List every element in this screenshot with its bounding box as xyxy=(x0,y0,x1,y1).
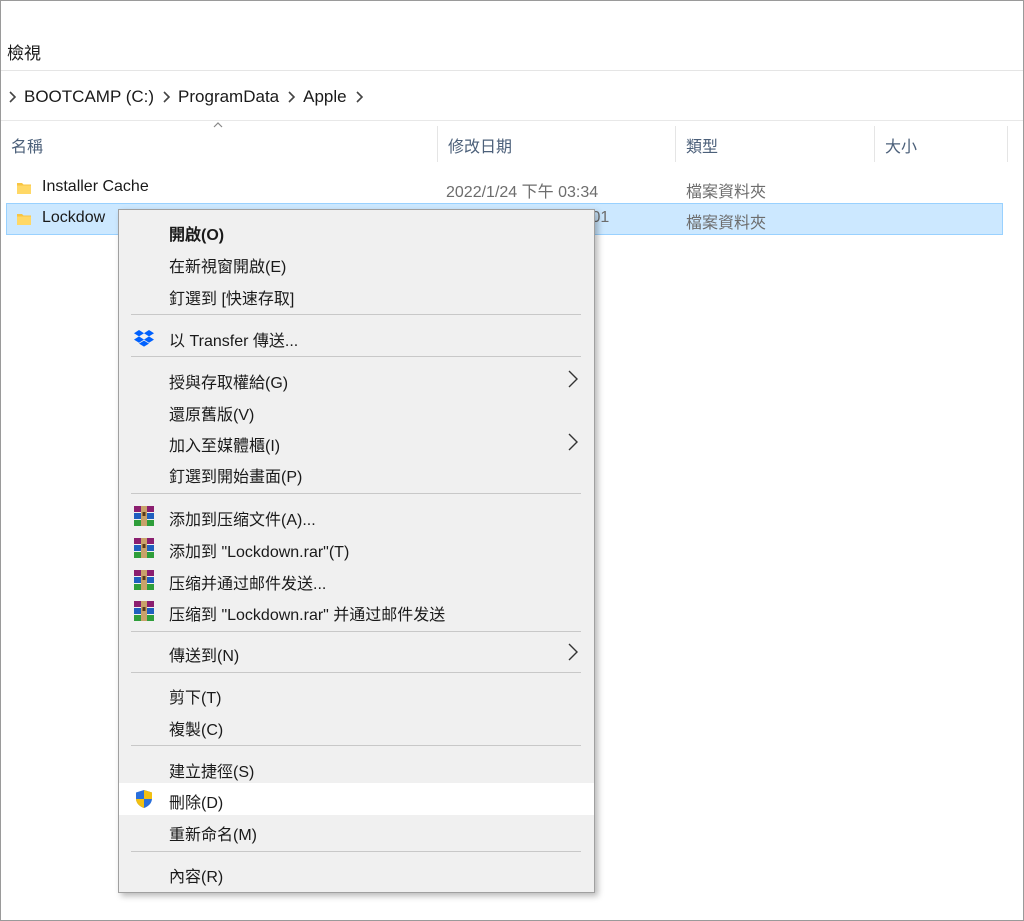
menu-item-label: 還原舊版(V) xyxy=(169,407,255,424)
chevron-right-icon xyxy=(568,370,578,388)
uac-shield-icon xyxy=(136,790,152,808)
chevron-right-icon[interactable] xyxy=(4,87,22,107)
menu-item-label: 刪除(D) xyxy=(169,795,224,812)
explorer-window: 檢視 BOOTCAMP (C:) ProgramData Apple 名稱 修改… xyxy=(0,0,1024,921)
menu-item-label: 加入至媒體櫃(I) xyxy=(169,438,281,455)
column-name[interactable]: 名稱 xyxy=(1,122,437,167)
menu-item-properties[interactable]: 內容(R) xyxy=(119,857,594,889)
menu-separator xyxy=(131,851,581,852)
column-date[interactable]: 修改日期 xyxy=(438,122,675,167)
chevron-right-icon[interactable] xyxy=(158,87,176,107)
menu-item-label: 以 Transfer 傳送... xyxy=(169,333,299,350)
file-date: 2022/1/24 下午 03:34 xyxy=(446,184,599,201)
file-name: Lockdow xyxy=(42,209,106,226)
menu-item-rar-compress-email[interactable]: 压缩并通过邮件发送... xyxy=(119,564,594,596)
chevron-right-icon xyxy=(568,433,578,451)
file-type: 檔案資料夾 xyxy=(686,215,767,232)
menu-item-label: 剪下(T) xyxy=(169,690,222,707)
menu-item-label: 建立捷徑(S) xyxy=(169,764,255,781)
chevron-right-icon[interactable] xyxy=(283,87,301,107)
address-bar[interactable]: BOOTCAMP (C:) ProgramData Apple xyxy=(1,73,1023,121)
breadcrumb-apple[interactable]: Apple xyxy=(301,87,350,107)
chevron-right-icon xyxy=(568,643,578,661)
column-size[interactable]: 大小 xyxy=(875,122,1007,167)
menu-item-rar-compress-lockdown-email[interactable]: 压缩到 "Lockdown.rar" 并通过邮件发送 xyxy=(119,595,594,627)
menu-item-label: 压缩到 "Lockdown.rar" 并通过邮件发送 xyxy=(169,607,446,624)
menu-item-label: 压缩并通过邮件发送... xyxy=(169,576,327,593)
menu-separator xyxy=(131,356,581,357)
menu-item-open-new-window[interactable]: 在新視窗開啟(E) xyxy=(119,247,594,279)
menu-item-delete[interactable]: 刪除(D) xyxy=(119,783,594,815)
menu-item-copy[interactable]: 複製(C) xyxy=(119,710,594,742)
menu-separator xyxy=(131,631,581,632)
menu-item-pin-start[interactable]: 釘選到開始畫面(P) xyxy=(119,457,594,489)
menu-item-restore-versions[interactable]: 還原舊版(V) xyxy=(119,395,594,427)
ribbon: 檢視 xyxy=(1,1,1023,71)
winrar-icon xyxy=(134,538,154,558)
menu-item-label: 傳送到(N) xyxy=(169,648,240,665)
dropbox-icon xyxy=(134,330,154,347)
menu-item-label: 開啟(O) xyxy=(169,227,225,244)
file-row-installer-cache[interactable]: Installer Cache 2022/1/24 下午 03:34 檔案資料夾 xyxy=(6,172,1003,204)
menu-separator xyxy=(131,493,581,494)
menu-separator xyxy=(131,672,581,673)
menu-item-open[interactable]: 開啟(O) xyxy=(119,215,594,247)
menu-item-rename[interactable]: 重新命名(M) xyxy=(119,815,594,847)
menu-item-label: 釘選到開始畫面(P) xyxy=(169,469,303,486)
chevron-right-icon[interactable] xyxy=(351,87,369,107)
menu-item-label: 重新命名(M) xyxy=(169,827,257,844)
menu-item-give-access[interactable]: 授與存取權給(G) xyxy=(119,363,594,395)
column-type[interactable]: 類型 xyxy=(676,122,874,167)
menu-item-cut[interactable]: 剪下(T) xyxy=(119,678,594,710)
menu-item-label: 添加到压缩文件(A)... xyxy=(169,512,316,529)
folder-icon xyxy=(17,183,31,194)
menu-item-send-to[interactable]: 傳送到(N) xyxy=(119,636,594,668)
menu-separator xyxy=(131,745,581,746)
column-divider[interactable] xyxy=(1007,126,1008,162)
menu-item-pin-quick-access[interactable]: 釘選到 [快速存取] xyxy=(119,279,594,311)
menu-item-label: 授與存取權給(G) xyxy=(169,375,289,392)
menu-separator xyxy=(131,314,581,315)
context-menu: 開啟(O) 在新視窗開啟(E) 釘選到 [快速存取] 以 Transfer 傳送… xyxy=(118,209,595,893)
file-type: 檔案資料夾 xyxy=(686,184,767,201)
column-headers: 名稱 修改日期 類型 大小 xyxy=(1,122,1023,167)
file-name: Installer Cache xyxy=(42,178,149,195)
menu-item-label: 複製(C) xyxy=(169,722,224,739)
breadcrumb-bootcamp[interactable]: BOOTCAMP (C:) xyxy=(22,87,158,107)
menu-item-rar-add-lockdown[interactable]: 添加到 "Lockdown.rar"(T) xyxy=(119,532,594,564)
winrar-icon xyxy=(134,570,154,590)
winrar-icon xyxy=(134,506,154,526)
breadcrumb-programdata[interactable]: ProgramData xyxy=(176,87,283,107)
ribbon-tab-view[interactable]: 檢視 xyxy=(7,39,41,64)
winrar-icon xyxy=(134,601,154,621)
folder-icon xyxy=(17,214,31,225)
menu-item-transfer[interactable]: 以 Transfer 傳送... xyxy=(119,321,594,353)
menu-item-add-to-library[interactable]: 加入至媒體櫃(I) xyxy=(119,426,594,458)
menu-item-rar-add-archive[interactable]: 添加到压缩文件(A)... xyxy=(119,500,594,532)
menu-item-create-shortcut[interactable]: 建立捷徑(S) xyxy=(119,752,594,784)
menu-item-label: 釘選到 [快速存取] xyxy=(169,291,295,308)
menu-item-label: 添加到 "Lockdown.rar"(T) xyxy=(169,544,350,561)
menu-item-label: 在新視窗開啟(E) xyxy=(169,259,287,276)
menu-item-label: 內容(R) xyxy=(169,869,224,886)
